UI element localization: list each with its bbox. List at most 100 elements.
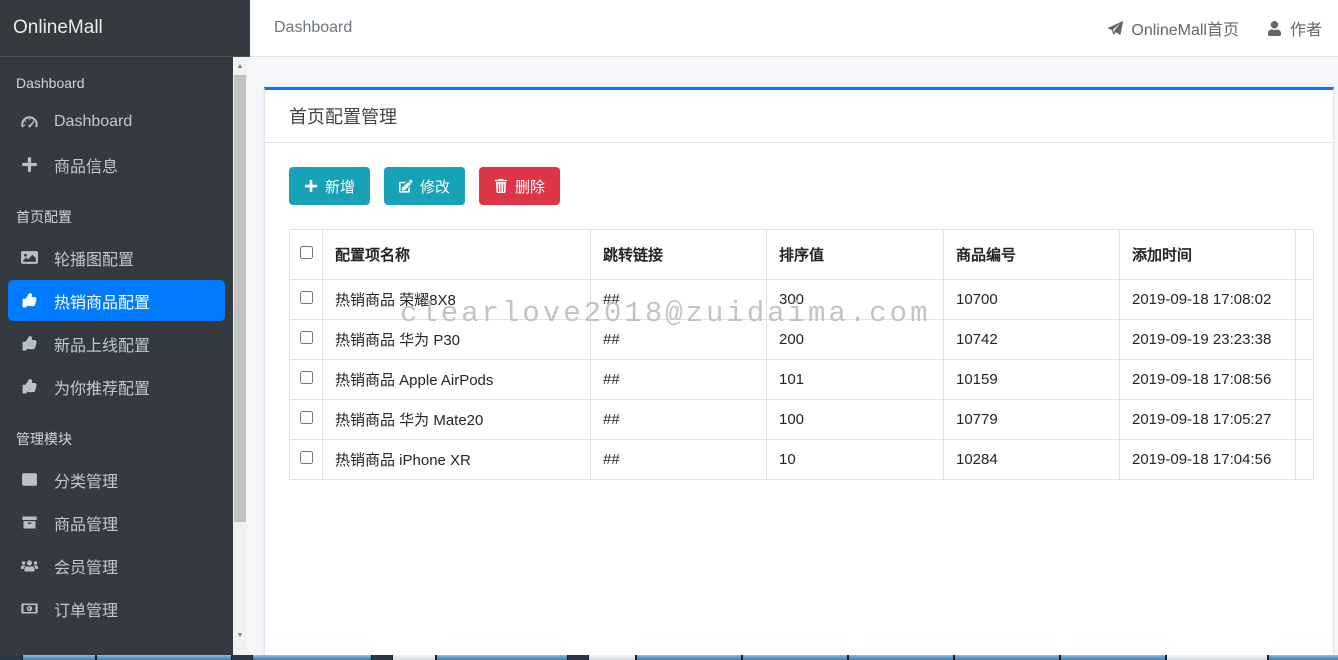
sidebar-item-dashboard[interactable]: Dashboard [8,101,225,142]
author-link[interactable]: 作者 [1267,16,1322,40]
row-checkbox[interactable] [300,331,313,344]
cell-link: ## [591,400,767,440]
cell-name: 热销商品 华为 P30 [323,320,591,360]
taskbar-strip [0,655,1338,660]
thumbs-up-icon [18,335,40,352]
sidebar-item-label: 订单管理 [54,597,118,621]
add-button-label: 新增 [325,176,355,197]
home-link[interactable]: OnlineMall首页 [1108,16,1239,40]
column-header: 排序值 [767,230,944,280]
sidebar-item-label: Dashboard [54,113,132,131]
cell-sort: 300 [767,280,944,320]
scrollbar-up-arrow[interactable]: ▲ [233,59,247,74]
row-checkbox[interactable] [300,411,313,424]
table-row[interactable]: 热销商品 Apple AirPods##101101592019-09-18 1… [290,360,1314,400]
taskbar-segment [588,655,636,660]
cell-spacer [1296,360,1314,400]
taskbar-segment [1060,655,1166,660]
config-table-wrap: 配置项名称跳转链接排序值商品编号添加时间热销商品 荣耀8X8##30010700… [289,229,1309,480]
plus-icon [18,156,40,173]
sidebar-item-goods-mgmt[interactable]: 商品管理 [8,502,225,543]
cell-link: ## [591,280,767,320]
row-checkbox[interactable] [300,371,313,384]
row-checkbox[interactable] [300,451,313,464]
cell-added: 2019-09-18 17:05:27 [1120,400,1296,440]
scrollbar-thumb[interactable] [234,75,246,522]
cell-spacer [1296,400,1314,440]
taskbar-segment [1166,655,1268,660]
sidebar-item-label: 商品信息 [54,153,118,177]
column-header: 商品编号 [944,230,1120,280]
taskbar-segment [742,655,848,660]
cell-goods_no: 10779 [944,400,1120,440]
cell-link: ## [591,360,767,400]
sidebar-section-header: 首页配置 [8,195,225,235]
sidebar-item-label: 商品管理 [54,511,118,535]
delete-button-label: 删除 [515,176,545,197]
app-root: { "brand": "OnlineMall", "topbar": { "br… [0,0,1338,660]
cell-sort: 10 [767,440,944,480]
column-header-spacer [1296,230,1314,280]
cell-goods_no: 10159 [944,360,1120,400]
thumbs-up-icon [18,378,40,395]
sidebar-item-label: 新品上线配置 [54,332,150,356]
sidebar-section-header: Dashboard [8,63,225,99]
add-button[interactable]: 新增 [289,167,370,205]
column-header: 添加时间 [1120,230,1296,280]
taskbar-segment [1268,655,1338,660]
sidebar-item-new-goods-config[interactable]: 新品上线配置 [8,323,225,364]
select-all-checkbox[interactable] [300,246,313,259]
toolbar: 新增 修改 删除 [265,143,1333,205]
config-card: 首页配置管理 新增修改删除 配置项名称跳转链接排序值商品编号添加时间热销商品 荣… [264,87,1334,655]
row-checkbox[interactable] [300,291,313,304]
sidebar-nav: Dashboard Dashboard 商品信息首页配置轮播图配置热销商品配置新品上… [0,57,233,655]
sidebar-item-recommend-config[interactable]: 为你推荐配置 [8,366,225,407]
author-link-label: 作者 [1290,16,1322,40]
sidebar-section-header: 管理模块 [8,417,225,457]
cell-link: ## [591,440,767,480]
cell-goods_no: 10284 [944,440,1120,480]
sidebar-item-goods-info[interactable]: 商品信息 [8,144,225,185]
sidebar-item-hot-goods-config[interactable]: 热销商品配置 [8,280,225,321]
paper-plane-icon [1108,21,1123,36]
image-icon [18,249,40,266]
topbar-nav: OnlineMall首页 作者 [1108,16,1322,40]
money-icon [18,600,40,617]
thumbs-up-icon [18,292,40,309]
cell-added: 2019-09-18 17:04:56 [1120,440,1296,480]
sidebar-item-label: 热销商品配置 [54,289,150,313]
column-header: 跳转链接 [591,230,767,280]
table-row[interactable]: 热销商品 荣耀8X8##300107002019-09-18 17:08:02 [290,280,1314,320]
cell-name: 热销商品 iPhone XR [323,440,591,480]
cell-spacer [1296,320,1314,360]
sidebar-item-order-mgmt[interactable]: 订单管理 [8,588,225,629]
users-icon [18,557,40,574]
sidebar-item-category-mgmt[interactable]: 分类管理 [8,459,225,500]
sidebar-scrollbar[interactable]: ▲ ▼ [233,57,247,655]
sidebar-item-label: 为你推荐配置 [54,375,150,399]
cell-added: 2019-09-18 17:08:56 [1120,360,1296,400]
home-link-label: OnlineMall首页 [1131,16,1239,40]
table-header-row: 配置项名称跳转链接排序值商品编号添加时间 [290,230,1314,280]
table-row[interactable]: 热销商品 iPhone XR##10102842019-09-18 17:04:… [290,440,1314,480]
column-header: 配置项名称 [323,230,591,280]
edit-button[interactable]: 修改 [384,167,465,205]
edit-button-label: 修改 [420,176,450,197]
brand-logo[interactable]: OnlineMall [0,0,250,57]
scrollbar-down-arrow[interactable]: ▼ [233,628,247,643]
taskbar-segment [392,655,436,660]
taskbar-segment [954,655,1060,660]
sidebar-item-member-mgmt[interactable]: 会员管理 [8,545,225,586]
taskbar-segment [848,655,954,660]
table-row[interactable]: 热销商品 华为 Mate20##100107792019-09-18 17:05… [290,400,1314,440]
cell-link: ## [591,320,767,360]
sidebar-item-carousel-config[interactable]: 轮播图配置 [8,237,225,278]
cell-spacer [1296,280,1314,320]
taskbar-segment [252,655,372,660]
cell-goods_no: 10742 [944,320,1120,360]
dashboard-icon [18,113,40,130]
delete-button[interactable]: 删除 [479,167,560,205]
topbar: Dashboard OnlineMall首页 作者 [250,0,1338,57]
table-row[interactable]: 热销商品 华为 P30##200107422019-09-19 23:23:38 [290,320,1314,360]
taskbar-segment [22,655,96,660]
